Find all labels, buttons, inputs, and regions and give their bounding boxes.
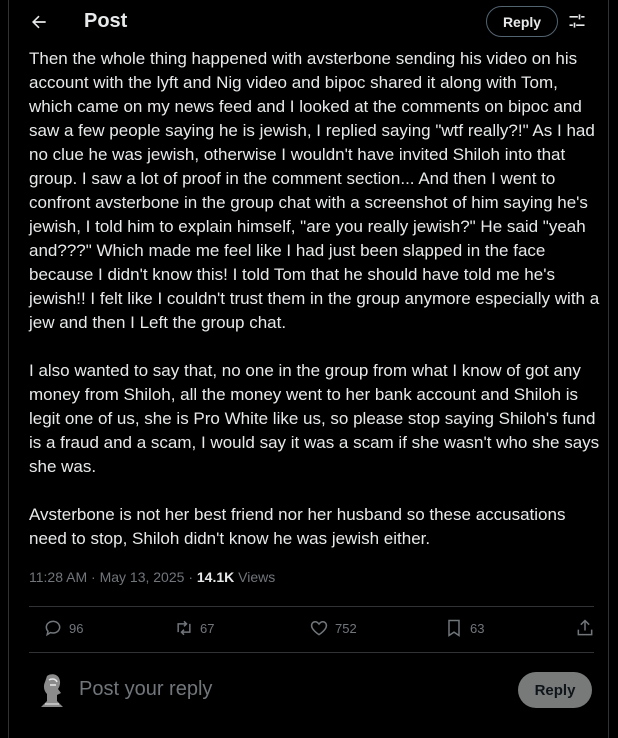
repost-count: 67 [200,620,215,636]
post-frame: Post Reply Then the whole thing happened… [8,0,609,738]
meta-separator: · [91,569,96,585]
share-icon [577,619,593,636]
reply-input[interactable]: Post your reply [79,678,212,701]
share-action[interactable] [575,618,595,638]
reply-submit-button[interactable]: Reply [518,672,592,708]
arrow-left-icon [32,15,46,29]
views-label: Views [238,569,276,585]
post-header: Post Reply [9,0,608,44]
page-title: Post [84,10,128,32]
bookmark-action[interactable]: 63 [444,618,484,638]
reply-composer: Post your reply Reply [9,662,608,722]
like-count: 752 [335,620,357,636]
sliders-icon [569,14,585,28]
post-body: Then the whole thing happened with avste… [29,49,600,548]
bookmark-icon [448,619,460,637]
heart-icon [310,620,328,636]
post-date[interactable]: May 13, 2025 [100,569,185,585]
post-time[interactable]: 11:28 AM [29,569,87,585]
meta-separator: · [188,569,193,585]
repost-icon [177,620,191,636]
settings-button[interactable] [566,10,588,32]
repost-action[interactable]: 67 [174,618,214,638]
post-meta: 11:28 AM · May 13, 2025 · 14.1K Views [29,569,275,585]
avatar-image [33,670,71,710]
reply-action[interactable]: 96 [43,618,83,638]
divider [29,652,594,653]
bookmark-count: 63 [470,620,485,636]
avatar[interactable] [33,670,71,710]
action-bar: 96 67 752 63 [29,606,594,652]
like-action[interactable]: 752 [309,618,357,638]
reply-button-top[interactable]: Reply [486,6,558,37]
reply-count: 96 [69,620,84,636]
views-count: 14.1K [196,569,235,585]
back-button[interactable] [27,10,51,34]
speech-bubble-icon [45,620,61,637]
